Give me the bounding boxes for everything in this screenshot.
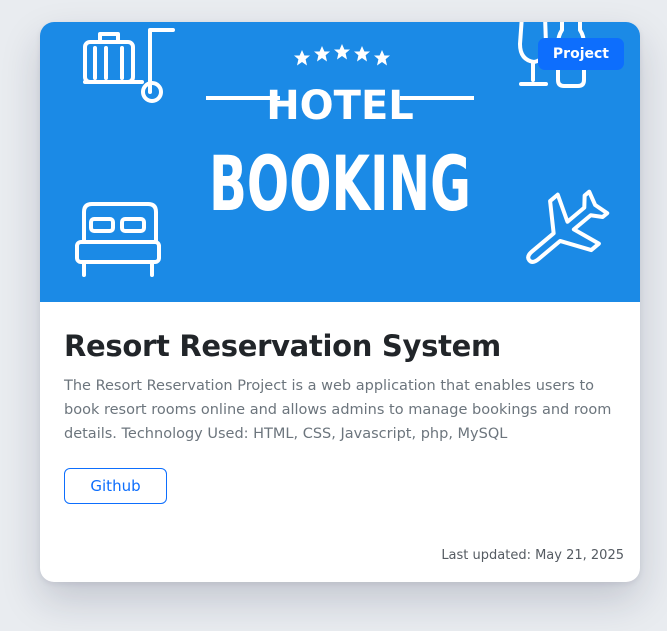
luggage-cart-icon — [83, 28, 175, 103]
rating-stars — [294, 44, 390, 66]
star-icon — [314, 46, 330, 62]
banner-text-booking: BOOKING — [209, 139, 471, 228]
star-icon — [294, 50, 310, 66]
star-icon — [334, 44, 350, 60]
project-card: HOTEL BOOKING Project Resort Reservation… — [40, 22, 640, 582]
star-icon — [374, 50, 390, 66]
github-button[interactable]: Github — [64, 468, 167, 504]
project-title: Resort Reservation System — [64, 329, 501, 363]
project-banner-image: HOTEL BOOKING Project — [40, 22, 640, 302]
star-icon — [354, 46, 370, 62]
airplane-icon — [526, 189, 610, 264]
card-body: Resort Reservation System The Resort Res… — [64, 324, 620, 446]
bed-icon — [75, 202, 161, 277]
last-updated-text: Last updated: May 21, 2025 — [441, 548, 624, 563]
banner-text-hotel: HOTEL — [266, 83, 414, 129]
project-description: The Resort Reservation Project is a web … — [64, 378, 612, 442]
project-badge: Project — [537, 38, 624, 70]
